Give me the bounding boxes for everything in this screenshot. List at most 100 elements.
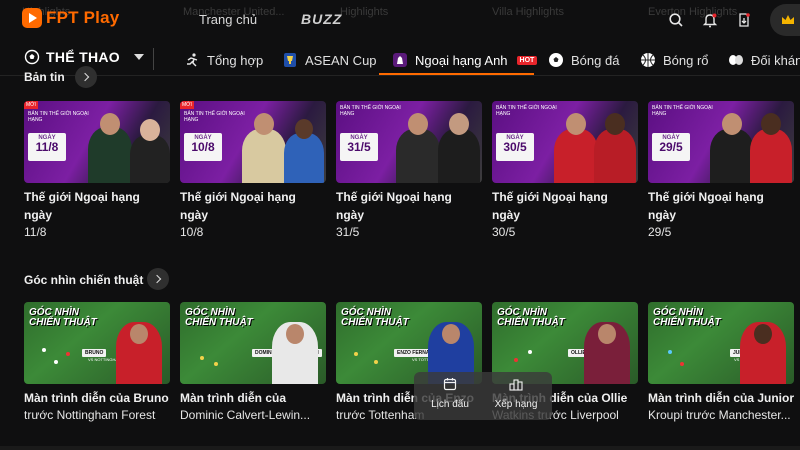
asean-cup-icon xyxy=(284,53,296,67)
card-subtitle: Kroupi trước Manchester... xyxy=(648,408,791,422)
bell-icon[interactable] xyxy=(700,10,720,30)
news-thumbnail: MỚI BẢN TIN THẾ GIỚI NGOẠI HẠNG NGÀY 11/… xyxy=(24,101,170,183)
ranking-button[interactable]: Xếp hạng xyxy=(486,377,546,412)
tab-label: Đối kháng xyxy=(751,52,800,68)
player-figure xyxy=(272,322,318,384)
thumb-header: BẢN TIN THẾ GIỚI NGOẠI HẠNG xyxy=(184,111,245,123)
tactics-card[interactable]: GÓC NHÌN CHIẾN THUẬT JUNIOR KROUPI VS MA… xyxy=(648,302,794,424)
thumb-header: GÓC NHÌN CHIẾN THUẬT xyxy=(29,307,97,328)
player-figure xyxy=(750,113,792,183)
premier-league-icon xyxy=(393,53,407,67)
section-dropdown[interactable]: THỂ THAO xyxy=(24,49,144,65)
date-box: NGÀY 29/5 xyxy=(652,133,690,161)
news-card[interactable]: BẢN TIN THẾ GIỚI NGOẠI HẠNG NGÀY 31/5 Th… xyxy=(336,101,482,240)
player-figure xyxy=(88,113,132,183)
player-figure xyxy=(396,113,440,183)
category-bar: THỂ THAO Tổng hợp ASEAN Cup Ngoại hạng A… xyxy=(0,44,800,76)
card-subtitle: 31/5 xyxy=(336,225,360,239)
news-card[interactable]: BẢN TIN THẾ GIỚI NGOẠI HẠNG NGÀY 30/5 Th… xyxy=(492,101,638,240)
download-icon[interactable] xyxy=(734,10,754,30)
divider xyxy=(153,48,154,70)
schedule-label: Lịch đấu xyxy=(431,399,469,410)
card-title: Màn trình diễn của Bruno xyxy=(24,391,169,405)
chevron-down-icon xyxy=(133,54,144,60)
date-box: NGÀY 31/5 xyxy=(340,133,378,161)
news-card[interactable]: BẢN TIN THẾ GIỚI NGOẠI HẠNG NGÀY 29/5 Th… xyxy=(648,101,794,240)
schedule-button[interactable]: Lịch đấu xyxy=(420,377,480,412)
ranking-label: Xếp hạng xyxy=(494,399,538,410)
calendar-icon xyxy=(443,378,457,391)
news-card[interactable]: MỚI BẢN TIN THẾ GIỚI NGOẠI HẠNG NGÀY 11/… xyxy=(24,101,170,240)
thumb-header: GÓC NHÌN CHIẾN THUẬT xyxy=(341,307,409,328)
basketball-icon xyxy=(641,53,655,67)
player-figure xyxy=(740,322,786,384)
bottom-edge xyxy=(0,446,800,450)
tab-tong-hop[interactable]: Tổng hợp xyxy=(184,48,263,72)
tactics-card[interactable]: GÓC NHÌN CHIẾN THUẬT DOMINIC CALVERT-LEW… xyxy=(180,302,326,424)
player-figure xyxy=(710,113,754,183)
player-figure xyxy=(242,113,286,183)
search-icon[interactable] xyxy=(666,10,686,30)
thumb-header: BẢN TIN THẾ GIỚI NGOẠI HẠNG xyxy=(340,105,401,117)
card-subtitle: Dominic Calvert-Lewin... xyxy=(180,408,311,422)
pitch-markers xyxy=(42,348,70,364)
section-title-ban-tin: Bản tin xyxy=(24,70,65,84)
new-badge: MỚI xyxy=(24,101,38,109)
date-box: NGÀY 30/5 xyxy=(496,133,534,161)
card-title: Màn trình diễn của xyxy=(180,391,287,405)
card-title: Thế giới Ngoại hạng ngày xyxy=(180,190,296,222)
tactics-more-button[interactable] xyxy=(147,268,169,290)
ban-tin-more-button[interactable] xyxy=(75,66,97,88)
tab-doi-khang[interactable]: Đối kháng xyxy=(728,48,800,72)
card-subtitle: trước Nottingham Forest xyxy=(24,408,156,422)
crown-icon xyxy=(782,15,794,24)
news-row: MỚI BẢN TIN THẾ GIỚI NGOẠI HẠNG NGÀY 11/… xyxy=(24,101,794,240)
date-value: 31/5 xyxy=(347,140,371,154)
card-subtitle: 10/8 xyxy=(180,225,204,239)
thumb-header: BẢN TIN THẾ GIỚI NGOẠI HẠNG xyxy=(652,105,713,117)
player-figure xyxy=(594,113,636,183)
running-icon xyxy=(187,53,198,67)
football-icon xyxy=(24,49,40,65)
tab-label: Ngoại hạng Anh xyxy=(415,52,508,68)
tab-label: Tổng hợp xyxy=(207,52,264,68)
player-figure xyxy=(584,322,630,384)
pitch-markers xyxy=(514,350,532,362)
tab-bong-da[interactable]: Bóng đá xyxy=(548,48,619,72)
tab-ngoai-hang-anh[interactable]: Ngoại hạng Anh HOT xyxy=(392,48,538,72)
section-label: THỂ THAO xyxy=(46,49,120,65)
news-thumbnail: MỚI BẢN TIN THẾ GIỚI NGOẠI HẠNG NGÀY 10/… xyxy=(180,101,326,183)
tab-asean-cup[interactable]: ASEAN Cup xyxy=(282,48,377,72)
tactics-card[interactable]: GÓC NHÌN CHIẾN THUẬT BRUNO VS NOTTINGHAM… xyxy=(24,302,170,424)
news-card[interactable]: MỚI BẢN TIN THẾ GIỚI NGOẠI HẠNG NGÀY 10/… xyxy=(180,101,326,240)
tab-bong-ro[interactable]: Bóng rổ xyxy=(640,48,709,72)
date-box: NGÀY 11/8 xyxy=(28,133,66,161)
card-title: Thế giới Ngoại hạng ngày xyxy=(24,190,140,222)
vip-crown-button[interactable] xyxy=(770,4,800,36)
date-value: 29/5 xyxy=(659,140,683,154)
thumb-header: GÓC NHÌN CHIẾN THUẬT xyxy=(497,307,565,328)
pitch-markers xyxy=(354,352,378,364)
card-subtitle: 11/8 xyxy=(24,225,47,239)
tab-label: ASEAN Cup xyxy=(305,52,377,68)
card-title: Màn trình diễn của Junior xyxy=(648,391,794,405)
pitch-markers xyxy=(200,356,218,366)
football-icon xyxy=(549,53,563,67)
top-icons xyxy=(0,10,800,34)
hot-badge: HOT xyxy=(516,55,538,65)
floating-nav: Lịch đấu Xếp hạng xyxy=(414,372,552,420)
thumb-header: BẢN TIN THẾ GIỚI NGOẠI HẠNG xyxy=(496,105,557,117)
card-subtitle: 29/5 xyxy=(648,225,672,239)
section-title-goc-nhin-chien-thuat: Góc nhìn chiến thuật xyxy=(24,273,144,287)
card-title: Thế giới Ngoại hạng ngày xyxy=(336,190,452,222)
tactics-thumbnail: GÓC NHÌN CHIẾN THUẬT DOMINIC CALVERT-LEW… xyxy=(180,302,326,384)
player-figure xyxy=(554,113,598,183)
pitch-markers xyxy=(668,350,684,366)
podium-icon xyxy=(509,379,523,391)
news-thumbnail: BẢN TIN THẾ GIỚI NGOẠI HẠNG NGÀY 29/5 xyxy=(648,101,794,183)
card-subtitle: 30/5 xyxy=(492,225,516,239)
thumb-header: BẢN TIN THẾ GIỚI NGOẠI HẠNG xyxy=(28,111,89,123)
tactics-thumbnail: GÓC NHÌN CHIẾN THUẬT JUNIOR KROUPI VS MA… xyxy=(648,302,794,384)
tactics-thumbnail: GÓC NHÌN CHIẾN THUẬT BRUNO VS NOTTINGHAM xyxy=(24,302,170,384)
tab-label: Bóng đá xyxy=(571,52,620,68)
